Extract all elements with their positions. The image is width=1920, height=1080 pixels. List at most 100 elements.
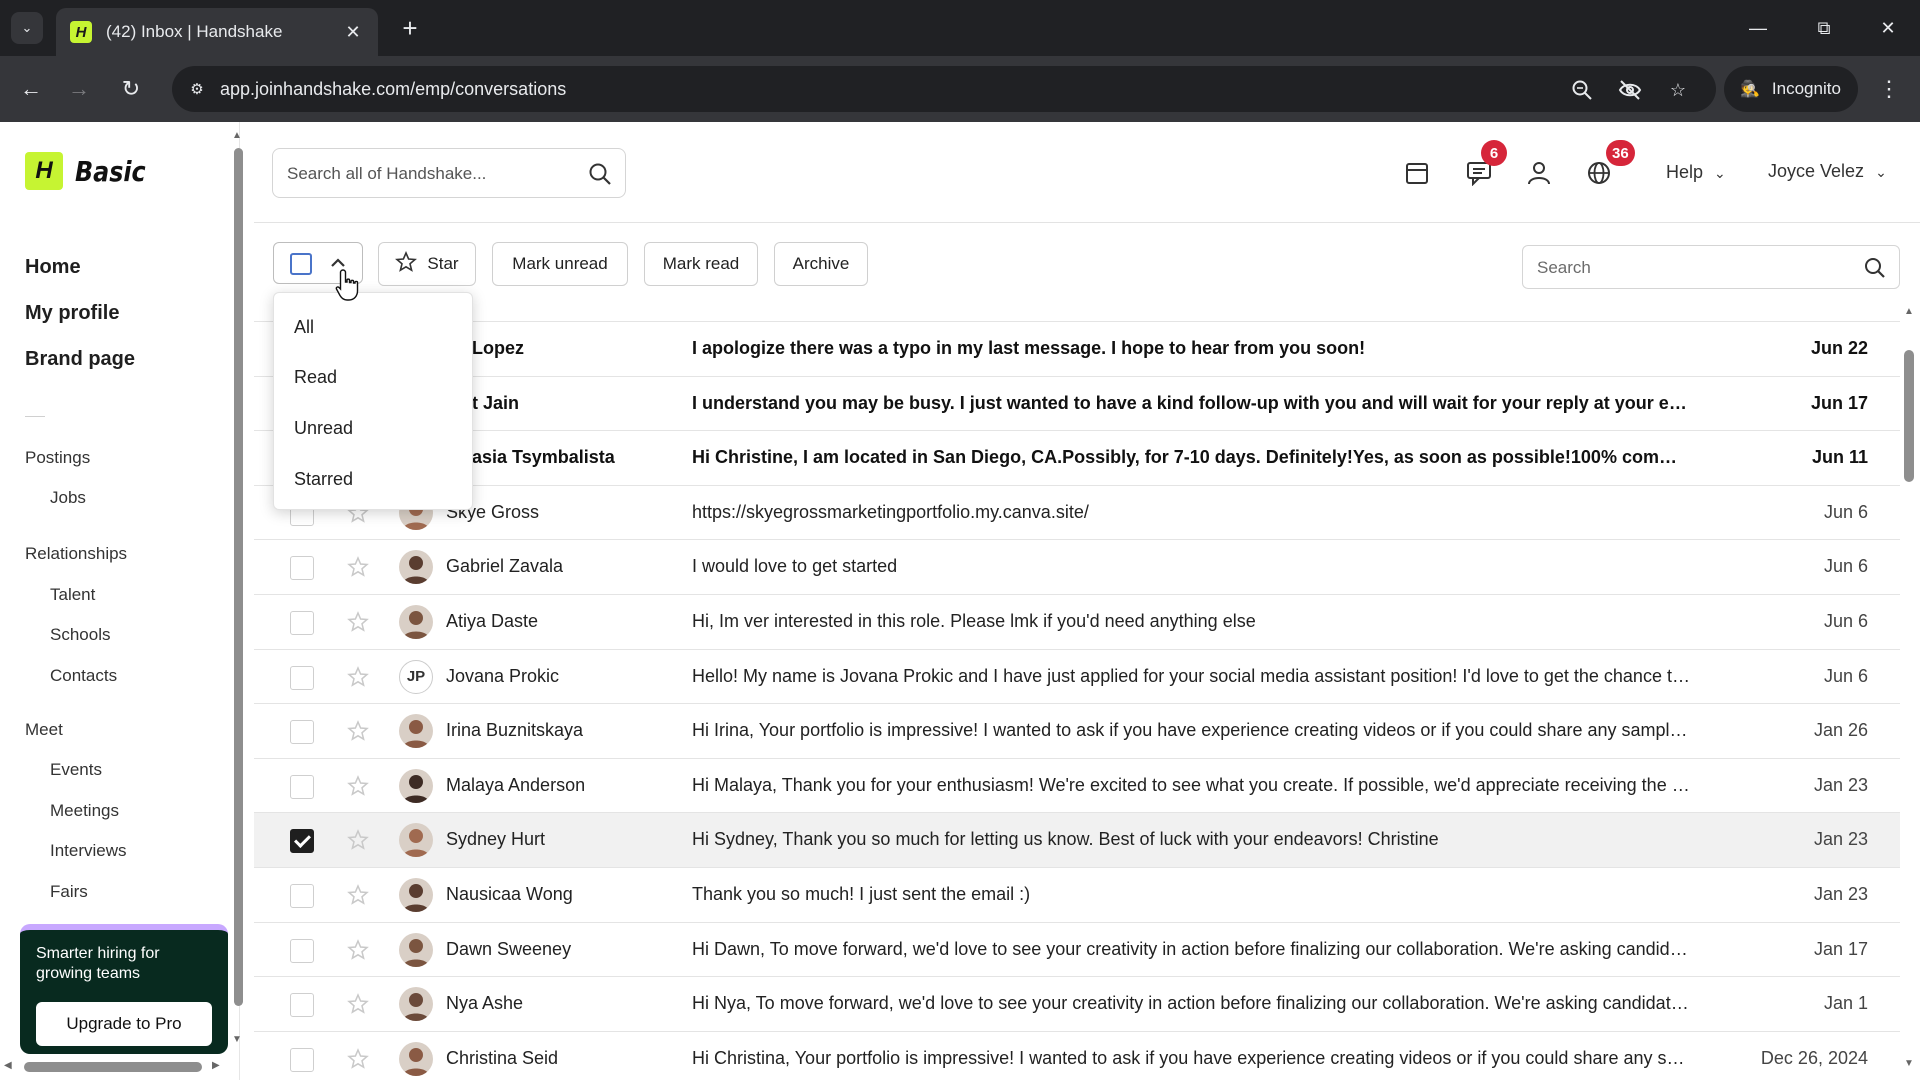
nav-section-meet[interactable]: Meet (25, 720, 63, 740)
conversation-row[interactable]: JP Jovana Prokic Hello! My name is Jovana … (254, 650, 1900, 705)
row-checkbox[interactable] (290, 610, 314, 635)
conversation-row[interactable]: Sydney Hurt Hi Sydney, Thank you so much … (254, 813, 1900, 868)
scroll-up-arrow-icon[interactable]: ▲ (232, 130, 242, 141)
conversation-search[interactable] (1522, 245, 1900, 289)
star-icon[interactable] (347, 720, 369, 742)
zoom-icon[interactable] (1568, 76, 1596, 104)
conversation-scrollbar[interactable] (1904, 350, 1914, 482)
conversation-row[interactable]: Nya Ashe Hi Nya, To move forward, we'd lo… (254, 977, 1900, 1032)
conversation-search-input[interactable] (1537, 256, 1837, 280)
conversation-row[interactable]: Dawn Sweeney Hi Dawn, To move forward, we… (254, 923, 1900, 978)
kebab-menu-icon[interactable]: ⋮ (1874, 72, 1904, 106)
row-checkbox[interactable] (290, 938, 314, 963)
close-tab-icon[interactable]: ✕ (342, 22, 364, 43)
row-checkbox[interactable] (290, 556, 314, 581)
row-checkbox[interactable] (290, 883, 314, 908)
row-checkbox[interactable] (290, 774, 314, 799)
upgrade-button[interactable]: Upgrade to Pro (36, 1002, 212, 1046)
nav-home[interactable]: Home (25, 256, 81, 279)
star-icon[interactable] (347, 611, 369, 633)
star-icon[interactable] (347, 993, 369, 1015)
search-icon[interactable] (587, 161, 613, 187)
restore-icon[interactable]: ⧉ (1804, 10, 1844, 46)
user-icon[interactable] (1524, 158, 1554, 188)
tab-list-icon[interactable]: ⌄ (11, 12, 43, 44)
nav-section-relationships[interactable]: Relationships (25, 544, 127, 564)
row-checkbox[interactable] (290, 1047, 314, 1072)
sidebar-scrollbar[interactable] (234, 148, 243, 1006)
conversation-row[interactable]: Nausicaa Wong Thank you so much! I just s… (254, 868, 1900, 923)
nav-section-postings[interactable]: Postings (25, 448, 90, 468)
minimize-icon[interactable]: — (1738, 10, 1778, 46)
url-text[interactable]: app.joinhandshake.com/emp/conversations (220, 79, 566, 100)
star-icon[interactable] (347, 829, 369, 851)
menu-item-starred[interactable]: Starred (294, 469, 353, 490)
star-icon[interactable] (347, 884, 369, 906)
avatar (399, 987, 433, 1022)
nav-item-fairs[interactable]: Fairs (50, 882, 88, 902)
star-icon[interactable] (347, 1047, 369, 1070)
archive-button[interactable]: Archive (774, 242, 868, 286)
star-icon[interactable] (347, 938, 369, 961)
close-window-icon[interactable]: ✕ (1868, 10, 1908, 46)
horizontal-scroll-thumb[interactable] (24, 1062, 202, 1072)
new-tab-icon[interactable]: + (394, 12, 426, 44)
incognito-indicator[interactable]: 🕵 Incognito (1724, 66, 1858, 112)
scroll-up-arrow-icon[interactable]: ▲ (1904, 306, 1914, 317)
nav-item-schools[interactable]: Schools (50, 625, 110, 645)
scroll-right-arrow-icon[interactable]: ▶ (212, 1060, 220, 1071)
select-all-checkbox[interactable] (290, 253, 312, 275)
handshake-logo[interactable]: H Basic (25, 152, 158, 190)
browser-tab[interactable]: H (42) Inbox | Handshake ✕ (56, 8, 378, 56)
row-checkbox[interactable] (290, 720, 314, 745)
address-bar[interactable]: ⚙ app.joinhandshake.com/emp/conversation… (172, 66, 1716, 112)
conversation-row[interactable]: Malaya Anderson Hi Malaya, Thank you for … (254, 759, 1900, 814)
avatar (399, 823, 433, 858)
help-menu[interactable]: Help ⌄ (1666, 162, 1726, 183)
eye-off-icon[interactable] (1616, 76, 1644, 104)
back-icon[interactable]: ← (14, 72, 48, 106)
mark-unread-button[interactable]: Mark unread (492, 242, 628, 286)
nav-brand-page[interactable]: Brand page (25, 348, 135, 371)
site-info-icon[interactable]: ⚙ (184, 76, 210, 102)
conversation-row[interactable]: Irina Buznitskaya Hi Irina, Your portfoli… (254, 704, 1900, 759)
menu-item-all[interactable]: All (294, 317, 314, 338)
row-checkbox[interactable] (290, 993, 314, 1018)
conversation-row[interactable]: Christina Seid Hi Christina, Your portfol… (254, 1032, 1900, 1080)
menu-item-read[interactable]: Read (294, 367, 337, 388)
calendar-icon[interactable] (1402, 158, 1432, 188)
nav-item-contacts[interactable]: Contacts (50, 666, 117, 686)
search-icon[interactable] (1863, 256, 1887, 280)
forward-icon[interactable]: → (62, 72, 96, 106)
global-search[interactable] (272, 148, 626, 198)
nav-item-events[interactable]: Events (50, 760, 102, 780)
scroll-down-arrow-icon[interactable]: ▼ (232, 1034, 242, 1045)
scroll-left-arrow-icon[interactable]: ◀ (4, 1060, 12, 1071)
conversation-row[interactable]: an Lopez I apologize there was a typo in … (254, 322, 1900, 377)
bookmark-star-icon[interactable]: ☆ (1664, 76, 1692, 104)
user-menu[interactable]: Joyce Velez ⌄ (1768, 161, 1887, 182)
scroll-down-arrow-icon[interactable]: ▼ (1904, 1058, 1914, 1069)
row-checkbox[interactable] (290, 665, 314, 690)
star-icon[interactable] (347, 556, 369, 578)
star-icon[interactable] (347, 665, 369, 688)
nav-item-talent[interactable]: Talent (50, 585, 95, 605)
conversation-row[interactable]: Gabriel Zavala I would love to get starte… (254, 540, 1900, 595)
sender-name: chit Jain (446, 392, 520, 413)
conversation-row[interactable]: Atiya Daste Hi, Im ver interested in this… (254, 595, 1900, 650)
nav-item-jobs[interactable]: Jobs (50, 488, 86, 508)
nav-item-meetings[interactable]: Meetings (50, 801, 119, 821)
reload-icon[interactable]: ↻ (114, 72, 148, 106)
star-button[interactable]: Star (378, 242, 476, 286)
row-checkbox[interactable] (290, 829, 314, 854)
conversation-row[interactable]: chit Jain I understand you may be busy. I… (254, 377, 1900, 432)
nav-item-interviews[interactable]: Interviews (50, 841, 127, 861)
menu-item-unread[interactable]: Unread (294, 418, 353, 439)
global-search-input[interactable] (287, 161, 567, 187)
sidebar-horizontal-scrollbar[interactable]: ◀ ▶ (0, 1056, 240, 1076)
mark-read-button[interactable]: Mark read (644, 242, 758, 286)
conversation-row[interactable]: Skye Gross https://skyegrossmarketingport… (254, 486, 1900, 541)
conversation-row[interactable]: astasia Tsymbalista Hi Christine, I am lo… (254, 431, 1900, 486)
nav-my-profile[interactable]: My profile (25, 302, 119, 325)
star-icon[interactable] (347, 774, 369, 797)
